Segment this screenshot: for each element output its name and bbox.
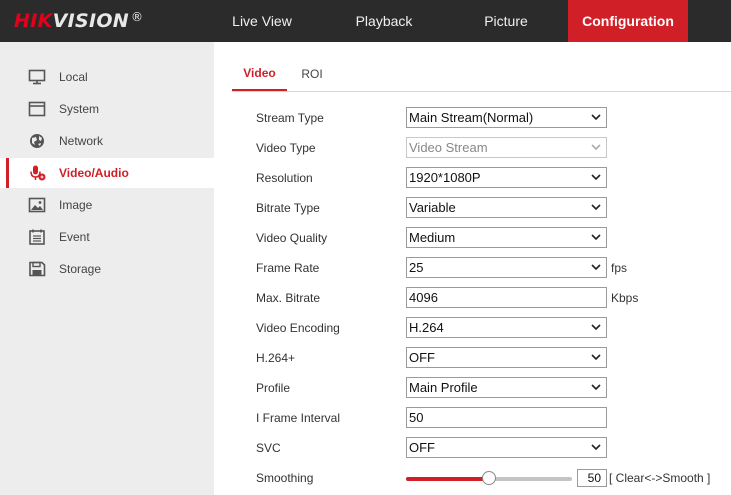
video-quality-select[interactable]: Medium: [406, 227, 607, 248]
sidebar-label-event: Event: [59, 230, 90, 244]
sidebar-item-storage[interactable]: Storage: [0, 254, 214, 284]
floppy-icon: [29, 261, 46, 277]
video-quality-value: Medium: [409, 230, 456, 245]
chevron-down-icon: [591, 174, 601, 181]
top-navigation-bar: HIKVISION ® Live View Playback Picture Co…: [0, 0, 731, 42]
nav-live-view[interactable]: Live View: [214, 0, 310, 42]
stream-type-value: Main Stream(Normal): [409, 110, 534, 125]
sidebar-item-image[interactable]: Image: [0, 190, 214, 220]
video-encoding-select[interactable]: H.264: [406, 317, 607, 338]
label-frame-rate: Frame Rate: [256, 261, 320, 275]
chevron-down-icon: [591, 234, 601, 241]
frame-rate-unit: fps: [611, 261, 628, 275]
profile-value: Main Profile: [409, 380, 478, 395]
video-type-value: Video Stream: [409, 140, 488, 155]
logo-registered-mark: ®: [131, 10, 144, 24]
max-bitrate-unit: Kbps: [611, 291, 639, 305]
sidebar-label-local: Local: [59, 70, 88, 84]
resolution-value: 1920*1080P: [409, 170, 481, 185]
sidebar: Local System Network Video/Audio Image E…: [0, 42, 214, 495]
video-type-select: Video Stream: [406, 137, 607, 158]
label-stream-type: Stream Type: [256, 111, 324, 125]
logo-text-red: HIK: [14, 10, 53, 32]
frame-rate-value: 25: [409, 260, 424, 275]
label-profile: Profile: [256, 381, 291, 395]
chevron-down-icon: [591, 354, 601, 361]
label-bitrate-type: Bitrate Type: [256, 201, 320, 215]
h264plus-value: OFF: [409, 350, 435, 365]
svc-value: OFF: [409, 440, 435, 455]
max-bitrate-input[interactable]: 4096: [406, 287, 607, 308]
sidebar-label-network: Network: [59, 134, 104, 148]
tab-divider: [232, 91, 731, 92]
label-i-frame-interval: I Frame Interval: [256, 411, 341, 425]
smoothing-slider-fill: [406, 477, 489, 481]
sidebar-label-image: Image: [59, 198, 93, 212]
nav-configuration[interactable]: Configuration: [568, 0, 688, 42]
globe-icon: [30, 134, 44, 148]
label-max-bitrate: Max. Bitrate: [256, 291, 321, 305]
smoothing-hint: [ Clear<->Smooth ]: [609, 471, 711, 485]
label-video-type: Video Type: [256, 141, 316, 155]
max-bitrate-value: 4096: [409, 290, 438, 305]
bitrate-type-value: Variable: [409, 200, 456, 215]
stream-type-select[interactable]: Main Stream(Normal): [406, 107, 607, 128]
smoothing-value-input[interactable]: 50: [577, 469, 607, 487]
label-video-encoding: Video Encoding: [256, 321, 340, 335]
microphone-icon: [30, 165, 46, 181]
i-frame-interval-input[interactable]: 50: [406, 407, 607, 428]
chevron-down-icon: [591, 204, 601, 211]
chevron-down-icon: [591, 114, 601, 121]
smoothing-slider-handle[interactable]: [482, 471, 496, 485]
bitrate-type-select[interactable]: Variable: [406, 197, 607, 218]
label-smoothing: Smoothing: [256, 471, 314, 485]
frame-rate-select[interactable]: 25: [406, 257, 607, 278]
video-encoding-value: H.264: [409, 320, 444, 335]
profile-select[interactable]: Main Profile: [406, 377, 607, 398]
tab-roi[interactable]: ROI: [290, 60, 334, 91]
logo-text-white: VISION: [52, 10, 129, 32]
tab-video[interactable]: Video: [232, 60, 287, 91]
sidebar-item-video-audio[interactable]: Video/Audio: [0, 158, 214, 188]
i-frame-interval-value: 50: [409, 410, 424, 425]
chevron-down-icon: [591, 264, 601, 271]
nav-picture[interactable]: Picture: [458, 0, 554, 42]
sidebar-item-event[interactable]: Event: [0, 222, 214, 252]
h264plus-select[interactable]: OFF: [406, 347, 607, 368]
chevron-down-icon: [591, 384, 601, 391]
label-resolution: Resolution: [256, 171, 313, 185]
chevron-down-icon: [591, 144, 601, 151]
chevron-down-icon: [591, 324, 601, 331]
label-svc: SVC: [256, 441, 281, 455]
sidebar-label-video-audio: Video/Audio: [59, 166, 129, 180]
smoothing-slider[interactable]: [406, 471, 572, 485]
sidebar-label-storage: Storage: [59, 262, 102, 276]
window-icon: [28, 101, 46, 117]
calendar-icon: [29, 229, 45, 245]
sidebar-item-local[interactable]: Local: [0, 62, 214, 92]
nav-playback[interactable]: Playback: [336, 0, 432, 42]
chevron-down-icon: [591, 444, 601, 451]
sidebar-label-system: System: [59, 102, 100, 116]
hikvision-logo: HIKVISION ®: [14, 10, 143, 32]
label-video-quality: Video Quality: [256, 231, 328, 245]
sidebar-item-network[interactable]: Network: [0, 126, 214, 156]
label-h264plus: H.264+: [256, 351, 296, 365]
svc-select[interactable]: OFF: [406, 437, 607, 458]
sidebar-item-system[interactable]: System: [0, 94, 214, 124]
monitor-icon: [28, 69, 46, 85]
resolution-select[interactable]: 1920*1080P: [406, 167, 607, 188]
image-icon: [28, 197, 46, 213]
